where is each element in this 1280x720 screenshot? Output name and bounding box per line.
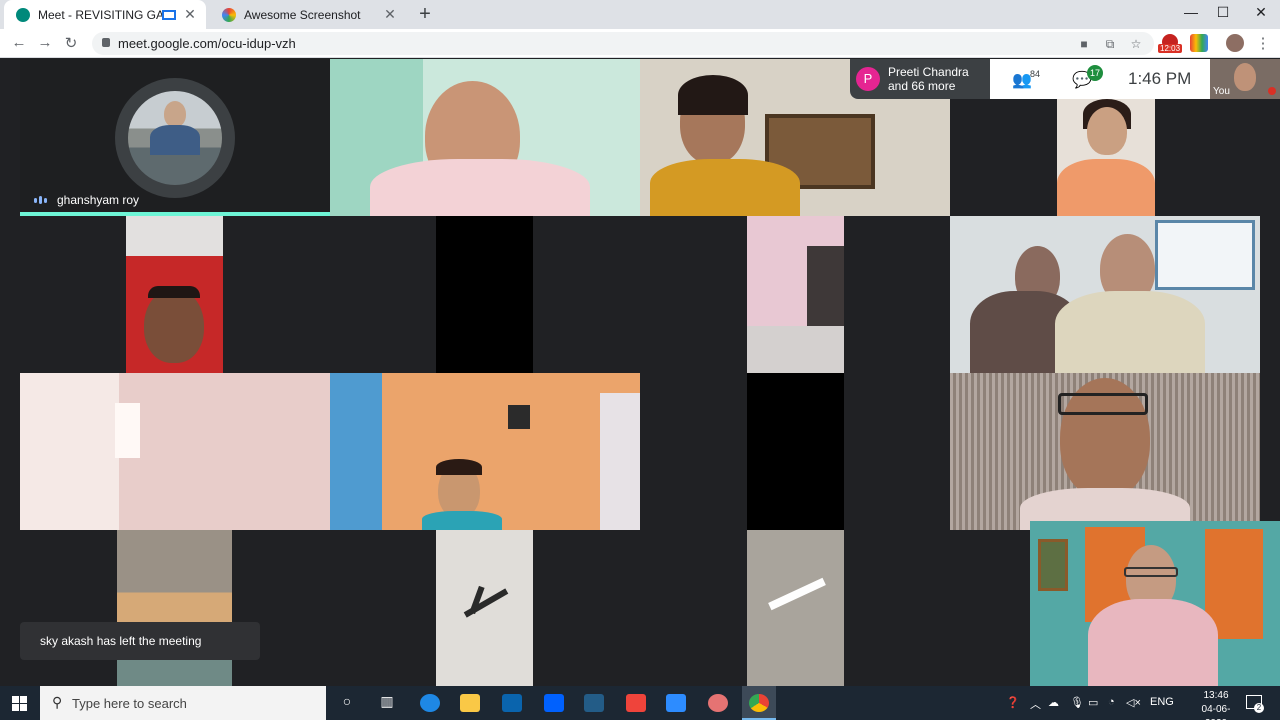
participant-tile[interactable]: [20, 373, 330, 530]
meet-info-bar: P Preeti Chandra and 66 more 👥 84 💬 17 1…: [850, 59, 1210, 99]
url-text: meet.google.com/ocu-idup-vzh: [118, 36, 296, 51]
bookmark-star-icon[interactable]: ☆: [1128, 37, 1144, 51]
participant-tile[interactable]: [330, 373, 640, 530]
minimize-button[interactable]: —: [1176, 4, 1206, 20]
participant-tile[interactable]: [1057, 99, 1155, 216]
participant-tile[interactable]: [436, 530, 533, 686]
notification-count: 2: [1254, 703, 1264, 713]
wifi-icon[interactable]: ◔: [1108, 696, 1115, 708]
participant-tile-speaker[interactable]: ghanshyam roy: [20, 59, 330, 216]
taskbar-search-box[interactable]: ⚲ Type here to search: [40, 686, 326, 720]
battery-icon[interactable]: ▭: [1088, 696, 1098, 709]
windows-taskbar: ⚲ Type here to search ○ ▥ ❓ ︿ ☁ 🎙 ▭ ◔ ◁×…: [0, 686, 1280, 720]
participant-tile[interactable]: [436, 216, 533, 373]
self-label: You: [1213, 86, 1230, 97]
close-window-button[interactable]: ✕: [1246, 4, 1276, 21]
participant-name-line1: Preeti Chandra: [888, 65, 969, 79]
search-icon: ⚲: [52, 694, 63, 710]
chrome-menu-icon[interactable]: ⋮: [1252, 34, 1274, 52]
clock-date: 04-06-2020: [1201, 704, 1231, 720]
chat-count-badge: 17: [1087, 65, 1103, 81]
dropbox-icon[interactable]: [544, 694, 564, 712]
participant-names: Preeti Chandra and 66 more: [888, 65, 969, 93]
extension-badge: 12:03: [1158, 44, 1183, 53]
participant-tile[interactable]: [950, 373, 1260, 530]
participant-tile[interactable]: [747, 216, 844, 373]
translate-icon[interactable]: ⧉: [1102, 37, 1118, 52]
participant-name-line2: and 66 more: [888, 79, 956, 93]
google-meet-icon: [16, 7, 30, 22]
mail-icon[interactable]: [502, 694, 522, 712]
browser-tab-strip: Meet - REVISITING GANDHI ✕ Awesome Scree…: [0, 0, 1280, 29]
participant-tile[interactable]: [950, 216, 1260, 373]
participant-preview[interactable]: P Preeti Chandra and 66 more: [850, 59, 990, 99]
awesome-screenshot-icon: [222, 7, 236, 22]
help-icon[interactable]: ❓: [1006, 696, 1020, 709]
search-placeholder: Type here to search: [72, 696, 187, 711]
task-view-icon[interactable]: ▥: [376, 693, 398, 713]
back-button[interactable]: ←: [8, 34, 30, 51]
tab-meet[interactable]: Meet - REVISITING GANDHI ✕: [4, 0, 206, 29]
tray-expand-icon[interactable]: ︿: [1030, 696, 1041, 712]
powershell-icon[interactable]: [584, 694, 604, 712]
speaker-photo: [128, 91, 222, 185]
reload-button[interactable]: ↻: [60, 34, 82, 52]
chrome-icon[interactable]: [749, 694, 769, 712]
lock-icon: [102, 38, 110, 47]
edge-icon[interactable]: [420, 694, 440, 712]
close-tab-icon[interactable]: ✕: [380, 6, 400, 23]
participant-tile[interactable]: [126, 216, 223, 373]
meeting-clock: 1:46 PM: [1128, 69, 1192, 88]
speaker-name-label: ghanshyam roy: [34, 193, 139, 207]
taskbar-clock[interactable]: 13:46 04-06-2020: [1194, 689, 1238, 720]
leave-notification-toast: sky akash has left the meeting: [20, 622, 260, 660]
volume-icon[interactable]: ◁×: [1126, 696, 1141, 709]
avatar: P: [856, 67, 880, 91]
close-tab-icon[interactable]: ✕: [180, 6, 200, 23]
self-view-thumbnail[interactable]: You: [1210, 59, 1280, 99]
camera-icon[interactable]: ■: [1076, 37, 1092, 51]
audio-level-icon: [34, 196, 47, 204]
screen-share-icon: [162, 9, 176, 20]
participant-tile[interactable]: [117, 530, 232, 686]
people-count: 84: [1030, 69, 1041, 79]
tab-title: Awesome Screenshot: [244, 7, 361, 22]
participant-tile[interactable]: [747, 373, 844, 530]
participant-tile[interactable]: [747, 530, 844, 686]
speaker-name: ghanshyam roy: [57, 193, 140, 207]
tab-awesome-screenshot[interactable]: Awesome Screenshot ✕: [210, 0, 406, 29]
onedrive-icon[interactable]: ☁: [1048, 696, 1059, 709]
mic-off-icon: [1268, 87, 1276, 95]
self-view-large[interactable]: [1030, 521, 1280, 686]
anydesk-icon[interactable]: [626, 694, 646, 712]
language-indicator[interactable]: ENG: [1150, 696, 1174, 708]
forward-button[interactable]: →: [34, 34, 56, 51]
browser-toolbar: ← → ↻ meet.google.com/ocu-idup-vzh ■ ⧉ ☆…: [0, 29, 1280, 58]
avatar: [115, 78, 235, 198]
windows-start-icon[interactable]: [12, 696, 28, 712]
address-bar[interactable]: meet.google.com/ocu-idup-vzh ■ ⧉ ☆: [92, 32, 1154, 55]
clock-time: 13:46: [1203, 690, 1229, 701]
zoom-icon[interactable]: [666, 694, 686, 712]
tab-title: Meet - REVISITING GANDHI: [38, 7, 162, 22]
color-extension-icon[interactable]: [1190, 34, 1208, 52]
snipping-tool-icon[interactable]: [708, 694, 728, 712]
file-explorer-icon[interactable]: [460, 694, 480, 712]
cortana-icon[interactable]: ○: [336, 693, 358, 713]
profile-avatar[interactable]: [1226, 34, 1244, 52]
maximize-button[interactable]: ☐: [1208, 4, 1238, 21]
new-tab-button[interactable]: +: [414, 3, 436, 26]
microphone-icon[interactable]: 🎙: [1070, 696, 1084, 709]
participant-tile[interactable]: [330, 59, 640, 216]
people-icon[interactable]: 👥: [1012, 70, 1032, 90]
